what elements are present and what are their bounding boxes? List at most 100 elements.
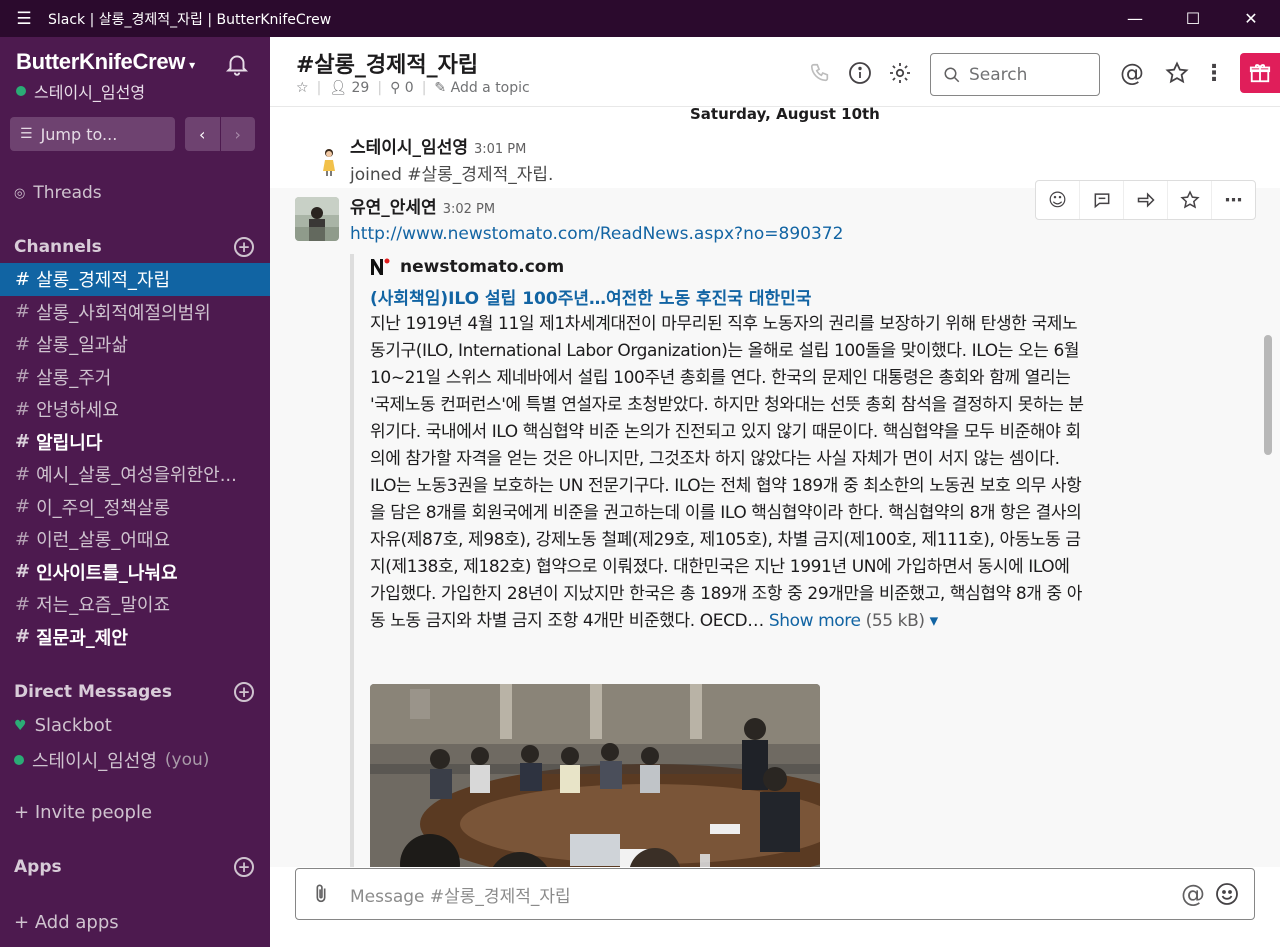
star-icon[interactable]: ☆ — [296, 80, 309, 96]
presence-dot-icon — [16, 86, 26, 96]
add-app-icon[interactable]: + — [234, 857, 254, 877]
add-topic-link[interactable]: Add a topic — [451, 80, 530, 96]
sender-name[interactable]: 유연_안세연 — [350, 198, 437, 218]
search-placeholder: Search — [969, 64, 1028, 85]
channel-item[interactable]: # 살롱_경제적_자립 — [0, 263, 270, 296]
add-dm-icon[interactable]: + — [234, 682, 254, 702]
star-icon[interactable] — [1168, 181, 1212, 219]
file-size: (55 kB) — [865, 611, 925, 631]
mentions-icon[interactable]: @ — [1118, 59, 1146, 87]
bell-icon[interactable] — [224, 51, 250, 77]
dm-label: 스테이시_임선영 — [32, 751, 157, 772]
paperclip-icon[interactable] — [296, 869, 346, 919]
caret-down-icon[interactable]: ▾ — [930, 611, 939, 631]
dm-label: Slackbot — [34, 715, 112, 736]
add-apps-link[interactable]: + Add apps — [14, 912, 119, 933]
message-input[interactable]: Message #살롱_경제적_자립 @ — [295, 868, 1255, 920]
info-icon[interactable] — [846, 59, 874, 87]
current-user: 스테이시_임선영 — [16, 79, 195, 103]
gift-icon[interactable] — [1240, 53, 1280, 93]
phone-icon[interactable] — [806, 59, 834, 87]
unfurl-title[interactable]: (사회책임)ILO 설립 100주년…여전한 노동 후진국 대한민국 — [370, 284, 1090, 309]
channel-label: 이_주의_정책살롱 — [36, 497, 171, 519]
forward-arrow-icon[interactable]: › — [220, 117, 255, 151]
dm-item-self[interactable]: 스테이시_임선영 (you) — [14, 747, 209, 773]
message-link[interactable]: http://www.newstomato.com/ReadNews.aspx?… — [350, 224, 843, 244]
more-vertical-icon[interactable]: ⋮ — [1200, 59, 1228, 87]
unfurl-image[interactable] — [370, 684, 820, 867]
threads-link[interactable]: ◎ Threads — [14, 183, 102, 203]
threads-label: Threads — [33, 183, 102, 203]
link-message[interactable]: 유연_안세연 3:02 PM http://www.newstomato.com/… — [270, 180, 1280, 867]
join-message[interactable]: 스테이시_임선영 3:01 PM joined #살롱_경제적_자립. — [270, 127, 1280, 187]
apps-header[interactable]: Apps + — [14, 857, 254, 877]
gear-icon[interactable] — [886, 59, 914, 87]
pinned-count[interactable]: 0 — [405, 80, 414, 96]
dm-header[interactable]: Direct Messages + — [14, 682, 254, 702]
channel-item[interactable]: # 이런_살롱_어때요 — [0, 523, 270, 556]
workspace-header[interactable]: ButterKnifeCrew ▾ 스테이시_임선영 — [16, 49, 195, 103]
newstomato-logo-icon — [371, 258, 390, 275]
message-timestamp[interactable]: 3:01 PM — [474, 142, 526, 157]
chevron-down-icon[interactable]: ▾ — [189, 58, 195, 72]
reply-thread-icon[interactable] — [1080, 181, 1124, 219]
channel-item[interactable]: # 알립니다 — [0, 426, 270, 459]
dm-item-slackbot[interactable]: ♥ Slackbot — [14, 715, 112, 736]
channel-item[interactable]: # 이_주의_정책살롱 — [0, 491, 270, 524]
member-count[interactable]: 29 — [352, 80, 370, 96]
window-title: Slack | 살롱_경제적_자립 | ButterKnifeCrew — [48, 11, 332, 28]
channel-item[interactable]: # 살롱_일과삶 — [0, 328, 270, 361]
channel-title[interactable]: #살롱_경제적_자립 — [296, 47, 478, 79]
maximize-icon[interactable]: ☐ — [1164, 0, 1222, 37]
add-reaction-icon[interactable]: ☺︎ — [1036, 181, 1080, 219]
mention-icon[interactable]: @ — [1176, 880, 1210, 908]
channel-item[interactable]: # 저는_요즘_말이죠 — [0, 588, 270, 621]
threads-icon: ◎ — [14, 185, 26, 201]
apps-header-label[interactable]: Apps — [14, 857, 62, 877]
channel-list: # 살롱_경제적_자립 # 살롱_사회적예절의범위 # 살롱_일과삶 # 살롱_주거 #… — [0, 263, 270, 653]
jump-to-icon: ☰ — [20, 126, 33, 142]
channel-item[interactable]: # 살롱_주거 — [0, 361, 270, 394]
channel-item[interactable]: # 안녕하세요 — [0, 393, 270, 426]
channel-label: 살롱_주거 — [36, 367, 112, 389]
members-icon[interactable]: 👤︎ — [329, 80, 347, 96]
invite-people-link[interactable]: + Invite people — [14, 802, 152, 823]
message-sender[interactable]: 유연_안세연 3:02 PM — [350, 193, 495, 218]
message-placeholder: Message #살롱_경제적_자립 — [350, 886, 571, 907]
channel-item[interactable]: # 살롱_사회적예절의범위 — [0, 296, 270, 329]
search-input[interactable]: Search — [930, 53, 1100, 96]
show-more-link[interactable]: Show more — [769, 611, 861, 631]
more-actions-icon[interactable]: ⋯ — [1212, 181, 1255, 219]
hamburger-menu-icon[interactable]: ☰ — [0, 9, 48, 29]
message-timestamp[interactable]: 3:02 PM — [443, 202, 495, 217]
avatar[interactable] — [295, 197, 339, 241]
channel-header: #살롱_경제적_자립 ☆ | 👤︎ 29 | ⚲ 0 | ✎ Add a top… — [270, 37, 1280, 107]
plus-icon: + — [14, 802, 35, 823]
channel-item[interactable]: # 예시_살롱_여성을위한안... — [0, 458, 270, 491]
minimize-icon[interactable]: — — [1106, 0, 1164, 37]
channels-header-label[interactable]: Channels — [14, 237, 102, 257]
starred-icon[interactable] — [1163, 59, 1191, 87]
close-icon[interactable]: ✕ — [1222, 0, 1280, 37]
message-sender[interactable]: 스테이시_임선영 3:01 PM — [350, 133, 526, 158]
pin-icon[interactable]: ⚲ — [390, 80, 400, 96]
scrollbar[interactable] — [1264, 335, 1272, 455]
channel-label: 질문과_제안 — [36, 627, 128, 649]
plus-icon: + — [14, 912, 35, 933]
channel-item[interactable]: # 질문과_제안 — [0, 621, 270, 654]
link-unfurl: newstomato.com (사회책임)ILO 설립 100주년…여전한 노동… — [350, 254, 1090, 867]
sender-name[interactable]: 스테이시_임선영 — [350, 138, 468, 158]
dm-header-label[interactable]: Direct Messages — [14, 682, 172, 702]
message-list: Saturday, August 10th 스테이시_임선영 3:01 PM jo… — [270, 107, 1280, 867]
channel-label: 알립니다 — [36, 432, 103, 454]
workspace-name[interactable]: ButterKnifeCrew — [16, 49, 185, 74]
channel-item[interactable]: # 인사이트를_나눠요 — [0, 556, 270, 589]
jump-to-button[interactable]: ☰ Jump to... — [10, 117, 175, 151]
back-arrow-icon[interactable]: ‹ — [185, 117, 220, 151]
add-channel-icon[interactable]: + — [234, 237, 254, 257]
composer-area: Message #살롱_경제적_자립 @ — [270, 867, 1280, 947]
channels-header[interactable]: Channels + — [14, 237, 254, 257]
emoji-icon[interactable] — [1210, 882, 1244, 906]
share-icon[interactable] — [1124, 181, 1168, 219]
avatar[interactable] — [320, 147, 338, 177]
